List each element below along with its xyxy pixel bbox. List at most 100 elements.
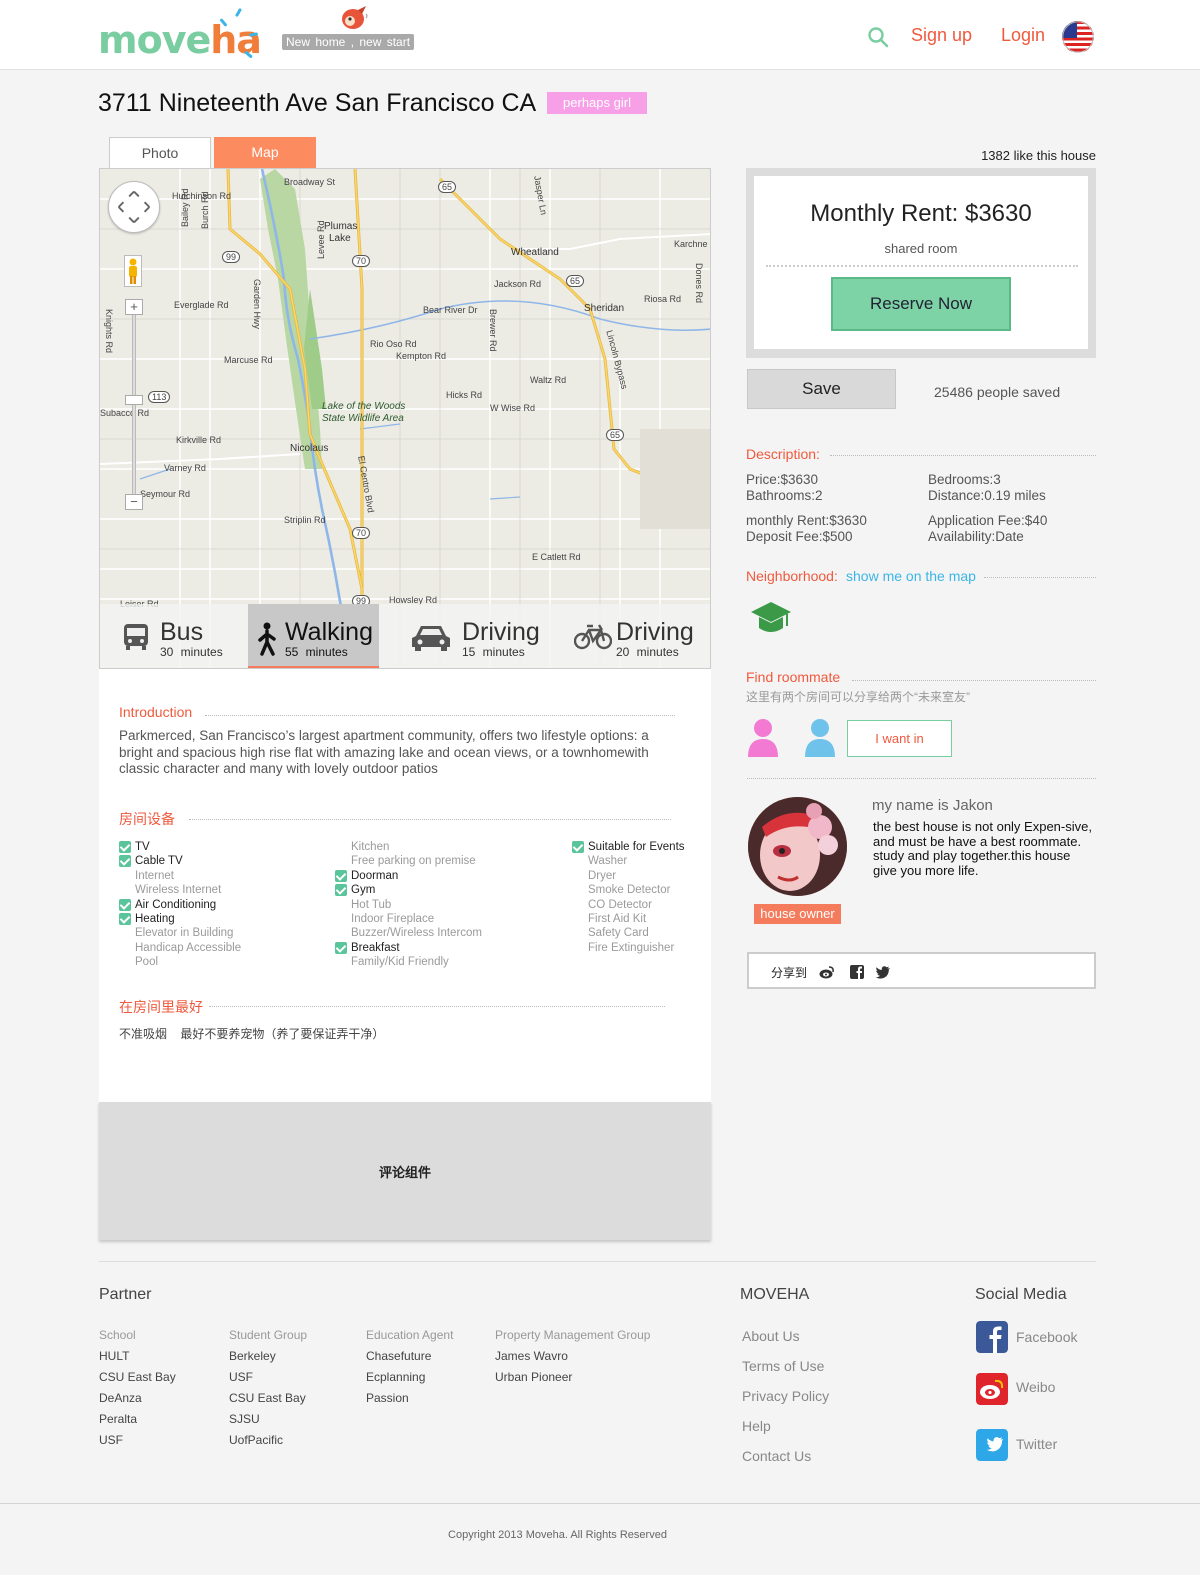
- owner-avatar[interactable]: [748, 797, 847, 896]
- tab-photo[interactable]: Photo: [109, 137, 211, 168]
- privacy-link[interactable]: Privacy Policy: [742, 1388, 829, 1404]
- amenity-item: Cable TV: [119, 854, 183, 868]
- partner-link[interactable]: CSU East Bay: [99, 1370, 176, 1384]
- weibo-link[interactable]: Weibo: [1016, 1379, 1055, 1395]
- facebook-icon[interactable]: [849, 964, 865, 980]
- mode-name: Walking: [285, 618, 373, 646]
- graduation-cap-icon[interactable]: [750, 598, 792, 638]
- show-on-map-link[interactable]: show me on the map: [846, 568, 976, 584]
- map-view[interactable]: Broadway St Hutchinson Rd Bailey Rd Burc…: [99, 168, 711, 669]
- amenity-label: Buzzer/Wireless Intercom: [351, 927, 483, 940]
- twitter-link[interactable]: Twitter: [1016, 1436, 1057, 1452]
- tab-map[interactable]: Map: [214, 137, 316, 168]
- partner-link[interactable]: DeAnza: [99, 1391, 142, 1405]
- mode-minutes: 15 minutes: [462, 645, 525, 659]
- car-icon: [412, 626, 450, 651]
- moveha-logo[interactable]: moveha: [98, 18, 262, 62]
- map-label: Dones Rd: [694, 263, 704, 304]
- mode-walking[interactable]: Walking 55 minutes: [248, 604, 379, 668]
- terms-link[interactable]: Terms of Use: [742, 1358, 824, 1374]
- search-icon[interactable]: [866, 25, 890, 49]
- street-view-pegman-icon[interactable]: [124, 255, 142, 287]
- map-label: Hicks Rd: [446, 390, 483, 400]
- amenity-label: Fire Extinguisher: [588, 941, 675, 954]
- help-link[interactable]: Help: [742, 1418, 771, 1434]
- twitter-icon[interactable]: [875, 964, 891, 980]
- partner-link[interactable]: Peralta: [99, 1412, 137, 1426]
- mode-cycling[interactable]: Driving 20 minutes: [570, 604, 710, 668]
- amenities-title: 房间设备: [119, 811, 175, 827]
- mode-name: Driving: [462, 618, 540, 646]
- male-roommate-icon[interactable]: [803, 717, 837, 757]
- reserve-now-button[interactable]: Reserve Now: [831, 277, 1011, 331]
- listing-title: 3711 Nineteenth Ave San Francisco CA: [98, 89, 537, 117]
- amenity-label: CO Detector: [588, 898, 652, 911]
- partner-link[interactable]: CSU East Bay: [229, 1391, 306, 1405]
- login-link[interactable]: Login: [1001, 25, 1045, 46]
- amenity-label: Pool: [135, 956, 159, 969]
- amenity-label: First Aid Kit: [588, 913, 647, 925]
- map-label: Striplin Rd: [284, 515, 326, 525]
- facebook-icon[interactable]: [976, 1321, 1008, 1353]
- divider: [209, 1006, 665, 1007]
- weibo-icon[interactable]: [819, 964, 835, 980]
- checkbox-checked-icon: [335, 941, 347, 954]
- partner-link[interactable]: SJSU: [229, 1412, 260, 1426]
- contact-link[interactable]: Contact Us: [742, 1448, 811, 1464]
- partner-link[interactable]: Urban Pioneer: [495, 1370, 572, 1384]
- highway-shield: 65: [606, 429, 625, 441]
- partner-link[interactable]: James Wavro: [495, 1349, 568, 1363]
- zoom-out-button[interactable]: −: [125, 494, 143, 510]
- mode-driving[interactable]: Driving 15 minutes: [400, 604, 550, 668]
- weibo-icon[interactable]: [976, 1373, 1008, 1405]
- partner-link[interactable]: Ecplanning: [366, 1370, 425, 1384]
- amenity-label: Suitable for Events: [588, 841, 685, 853]
- partner-title: Partner: [99, 1286, 152, 1303]
- map-pan-control[interactable]: [108, 181, 160, 233]
- amenity-item: Handicap Accessible: [135, 941, 241, 955]
- map-label: Burch Rd: [200, 191, 210, 229]
- amenity-item: First Aid Kit: [588, 912, 646, 926]
- zoom-slider-knob[interactable]: [125, 395, 143, 405]
- mode-minutes: 30 minutes: [160, 645, 223, 659]
- save-button[interactable]: Save: [747, 369, 896, 409]
- transport-mode-bar: Bus 30 minutes Walking 55 minutes Drivin…: [100, 604, 710, 668]
- about-us-link[interactable]: About Us: [742, 1328, 800, 1344]
- divider: [747, 778, 1096, 779]
- twitter-icon[interactable]: [976, 1429, 1008, 1461]
- partner-link[interactable]: Berkeley: [229, 1349, 276, 1363]
- partner-link[interactable]: USF: [229, 1370, 253, 1384]
- divider: [205, 715, 675, 716]
- amenity-label: Breakfast: [351, 941, 400, 954]
- amenity-item: Hot Tub: [351, 898, 391, 912]
- rent-card: Monthly Rent: $3630 shared room Reserve …: [746, 168, 1096, 358]
- signup-link[interactable]: Sign up: [911, 25, 972, 46]
- amenity-item: CO Detector: [588, 898, 652, 912]
- amenity-item: Fire Extinguisher: [588, 941, 674, 955]
- comments-component[interactable]: 评论组件: [99, 1102, 711, 1240]
- i-want-in-button[interactable]: I want in: [847, 720, 952, 757]
- amenity-item: Buzzer/Wireless Intercom: [351, 926, 482, 940]
- map-label: Lake: [329, 233, 351, 244]
- divider: [852, 680, 1096, 681]
- amenity-label: Heating: [135, 913, 175, 925]
- listing-tag: perhaps girl: [547, 92, 647, 114]
- partner-link[interactable]: USF: [99, 1433, 123, 1447]
- amenity-label: Indoor Fireplace: [351, 913, 435, 925]
- mode-name: Driving: [616, 618, 694, 646]
- partner-link[interactable]: HULT: [99, 1349, 129, 1363]
- partner-link[interactable]: Passion: [366, 1391, 409, 1405]
- map-label: Subacco Rd: [100, 408, 150, 418]
- partner-link[interactable]: Chasefuture: [366, 1349, 431, 1363]
- share-bar: 分享到: [747, 952, 1096, 989]
- zoom-in-button[interactable]: +: [125, 299, 143, 315]
- partner-link[interactable]: UofPacific: [229, 1433, 283, 1447]
- neighborhood-title: Neighborhood:: [746, 568, 838, 584]
- female-roommate-icon[interactable]: [746, 717, 780, 757]
- mode-bus[interactable]: Bus 30 minutes: [100, 604, 248, 668]
- map-label: Plumas: [324, 221, 358, 232]
- amenity-label: Washer: [588, 855, 628, 868]
- amenity-item: Suitable for Events: [572, 840, 685, 854]
- facebook-link[interactable]: Facebook: [1016, 1329, 1077, 1345]
- us-flag-icon[interactable]: [1062, 21, 1094, 53]
